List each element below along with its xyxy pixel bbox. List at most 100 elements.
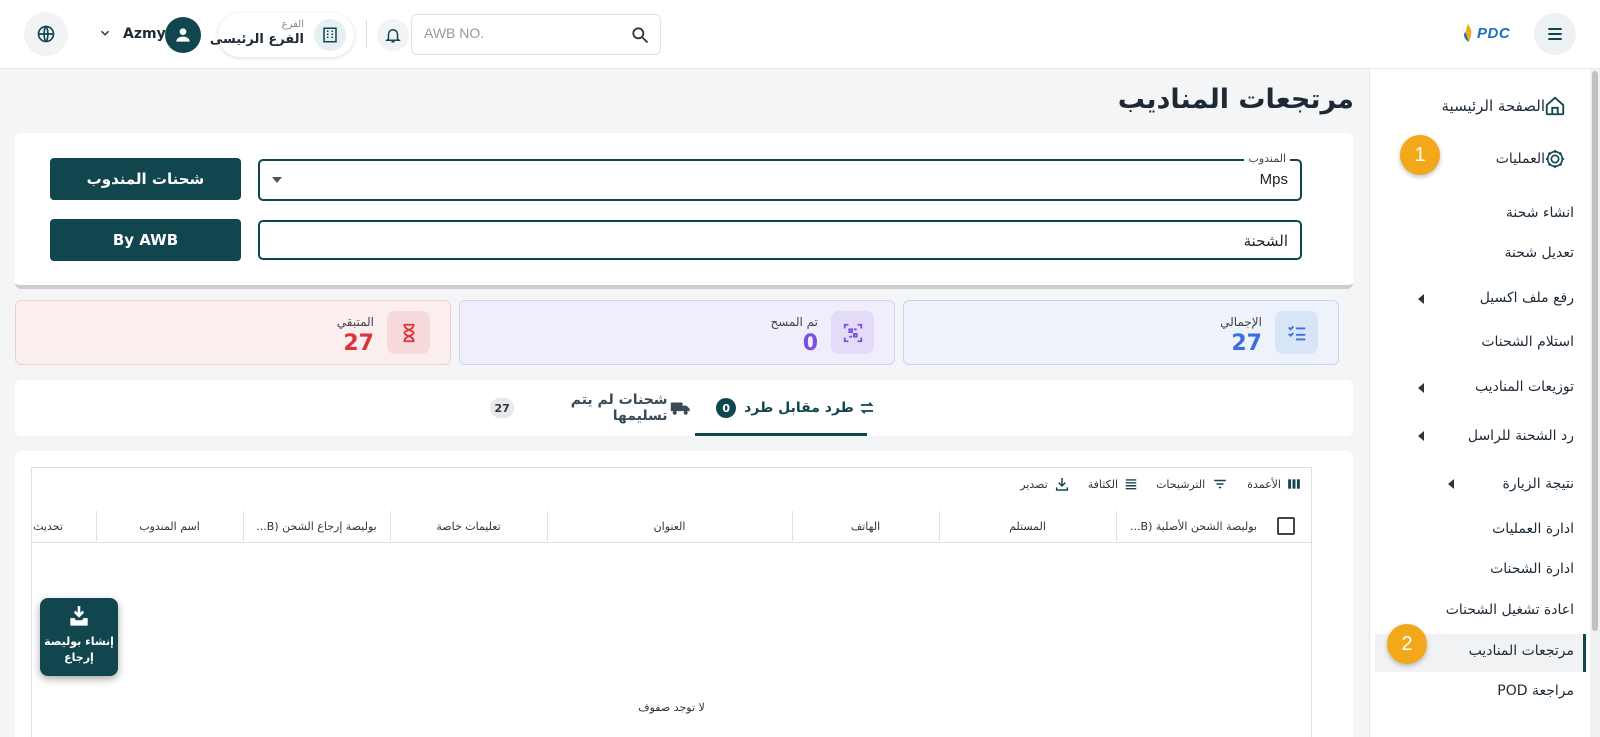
filter-card: المندوب Mps شحنات المندوب الشحنة By AWB — [15, 133, 1353, 289]
active-tab-indicator — [695, 433, 867, 436]
stat-scanned: تم المسح 0 — [459, 300, 895, 365]
sidebar-item-operations[interactable]: العمليات — [1496, 151, 1545, 167]
filters-button[interactable]: الترشيحات — [1156, 477, 1229, 491]
column-return-awb[interactable]: بوليصة إرجاع الشحن (B... — [243, 510, 390, 543]
step-badge-2: 2 — [1387, 624, 1427, 664]
sidebar-item-shipments-management[interactable]: ادارة الشحنات — [1490, 561, 1574, 577]
grid-header-row: بوليصة الشحن الأصلية (B... المستلم الهات… — [32, 510, 1311, 543]
filters-label: الترشيحات — [1156, 477, 1206, 491]
stat-total-value: 27 — [1231, 331, 1262, 356]
column-phone[interactable]: الهاتف — [792, 510, 939, 543]
branch-caption: الفرع — [281, 19, 304, 30]
stat-scanned-label: تم المسح — [770, 315, 818, 329]
caret-left-icon[interactable] — [1418, 294, 1424, 304]
sidebar-item-upload-excel[interactable]: رفع ملف اكسيل — [1480, 290, 1574, 306]
column-original-awb[interactable]: بوليصة الشحن الأصلية (B... — [1116, 510, 1271, 543]
stat-total: الإجمالي 27 — [903, 300, 1339, 365]
notifications-button[interactable] — [377, 19, 409, 51]
stat-remaining-value: 27 — [343, 331, 374, 356]
create-return-awb-label: إنشاء بوليصة إرجاع — [44, 635, 114, 664]
tab-undelivered-label: شحنات لم يتم تسليمها — [570, 392, 668, 424]
scrollbar-thumb[interactable] — [1592, 71, 1598, 631]
branch-name: الفرع الرئيسى — [209, 32, 304, 47]
caret-left-icon[interactable] — [1448, 479, 1454, 489]
sidebar: الصفحة الرئيسية العمليات 1 انشاء شحنة تع… — [1369, 69, 1600, 737]
sidebar-item-operations-management[interactable]: ادارة العمليات — [1492, 521, 1574, 537]
search-icon[interactable] — [630, 25, 650, 45]
menu-button[interactable] — [1534, 13, 1576, 55]
data-grid: الأعمدة الترشيحات الكثافة تصدير بوليصة ا… — [31, 467, 1312, 737]
create-return-awb-button[interactable]: إنشاء بوليصة إرجاع — [40, 598, 118, 676]
avatar[interactable] — [165, 17, 201, 53]
operations-gear-icon — [1543, 147, 1567, 171]
export-button[interactable]: تصدير — [1020, 476, 1070, 492]
tab-parcel-exchange-label: طرد مقابل طرد — [744, 400, 854, 416]
column-address[interactable]: العنوان — [547, 510, 792, 543]
truck-icon — [670, 402, 690, 415]
dropdown-arrow-icon[interactable] — [272, 177, 282, 183]
sidebar-item-rep-returns[interactable]: مرتجعات المناديب — [1469, 643, 1574, 659]
logo[interactable]: PDC — [1462, 24, 1510, 42]
sidebar-item-pod-review[interactable]: مراجعة POD — [1497, 683, 1574, 699]
columns-icon — [1288, 479, 1300, 489]
logo-text: PDC — [1477, 24, 1511, 42]
swap-arrows-icon — [860, 402, 874, 414]
top-header: Azmy الفرع الفرع الرئيسى PDC — [0, 0, 1600, 69]
column-update[interactable]: تحديث — [32, 510, 64, 543]
select-all-checkbox[interactable] — [1277, 517, 1295, 535]
sidebar-item-rep-distributions[interactable]: توزيعات المناديب — [1475, 379, 1574, 395]
columns-button[interactable]: الأعمدة — [1247, 477, 1301, 491]
page-title: مرتجعات المناديب — [1117, 84, 1354, 115]
column-recipient[interactable]: المستلم — [939, 510, 1116, 543]
chevron-down-icon[interactable] — [98, 26, 112, 40]
inbox-download-icon — [70, 606, 88, 626]
tab-parcel-exchange[interactable]: طرد مقابل طرد 0 — [710, 380, 882, 436]
shipment-input-text: الشحنة — [1243, 232, 1288, 250]
user-icon — [176, 28, 190, 42]
sidebar-scrollbar[interactable] — [1590, 69, 1600, 737]
column-special-instructions[interactable]: تعليمات خاصة — [390, 510, 547, 543]
sidebar-item-return-to-sender[interactable]: رد الشحنة للراسل — [1468, 428, 1574, 444]
sidebar-item-restart-shipments[interactable]: اعادة تشغيل الشحنات — [1446, 602, 1574, 618]
stat-scanned-value: 0 — [802, 331, 818, 356]
stat-total-label: الإجمالي — [1220, 315, 1262, 329]
by-awb-button[interactable]: By AWB — [50, 219, 241, 261]
stat-remaining: المتبقي 27 — [15, 300, 451, 365]
home-icon — [1543, 94, 1567, 118]
user-name[interactable]: Azmy — [123, 26, 166, 42]
density-icon — [1125, 479, 1137, 490]
download-icon — [1055, 478, 1068, 491]
awb-search — [411, 14, 661, 55]
hamburger-icon — [1548, 28, 1562, 40]
hourglass-icon — [387, 311, 430, 354]
caret-left-icon[interactable] — [1418, 431, 1424, 441]
sidebar-item-home[interactable]: الصفحة الرئيسية — [1442, 97, 1546, 115]
tab-undelivered-shipments[interactable]: شحنات لم يتم تسليمها 27 — [490, 380, 690, 436]
sidebar-item-visit-result[interactable]: نتيجة الزيارة — [1503, 476, 1574, 492]
caret-left-icon[interactable] — [1418, 383, 1424, 393]
branch-selector[interactable]: الفرع الفرع الرئيسى — [210, 13, 354, 57]
table-card: الأعمدة الترشيحات الكثافة تصدير بوليصة ا… — [15, 451, 1353, 737]
awb-search-input[interactable] — [424, 25, 614, 41]
language-button[interactable] — [24, 12, 68, 56]
column-rep-name[interactable]: اسم المندوب — [96, 510, 243, 543]
shipment-input[interactable]: الشحنة — [258, 220, 1302, 260]
rep-select-value: Mps — [1259, 171, 1288, 188]
sidebar-item-create-shipment[interactable]: انشاء شحنة — [1506, 205, 1574, 221]
grid-toolbar: الأعمدة الترشيحات الكثافة تصدير — [1002, 476, 1301, 492]
stat-remaining-label: المتبقي — [336, 315, 374, 329]
rep-shipments-button[interactable]: شحنات المندوب — [50, 158, 241, 200]
sidebar-item-edit-shipment[interactable]: تعديل شحنة — [1505, 245, 1574, 261]
sidebar-item-receive-shipments[interactable]: استلام الشحنات — [1481, 334, 1574, 350]
header-divider — [366, 20, 367, 48]
step-badge-1: 1 — [1400, 135, 1440, 175]
scan-icon — [831, 311, 874, 354]
globe-icon — [37, 25, 55, 43]
no-rows-message: لا توجد صفوف — [638, 701, 705, 714]
density-button[interactable]: الكثافة — [1088, 477, 1138, 491]
bell-icon — [385, 29, 401, 43]
rep-select[interactable]: المندوب Mps — [258, 152, 1302, 201]
tab-undelivered-count: 27 — [490, 398, 515, 418]
rep-select-label: المندوب — [1244, 152, 1290, 165]
density-label: الكثافة — [1087, 477, 1119, 491]
